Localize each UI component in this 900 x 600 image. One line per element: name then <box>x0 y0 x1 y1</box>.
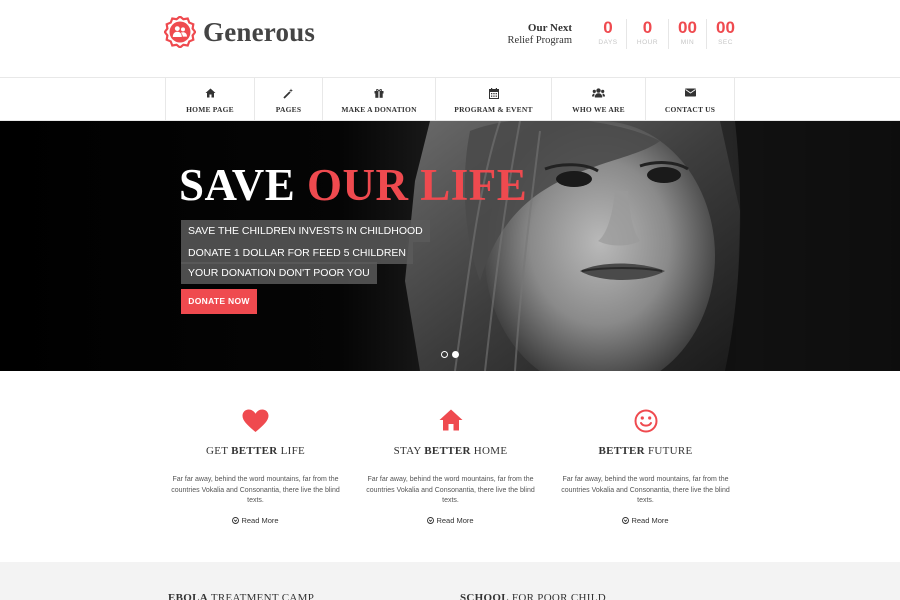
hero-tagline-3: YOUR DONATION DON'T POOR YOU <box>181 262 377 284</box>
features-section: GET BETTER LIFE Far far away, behind the… <box>0 371 900 562</box>
circle-arrow-icon <box>427 516 435 524</box>
countdown-min-value: 00 <box>678 18 697 37</box>
nav-item-program-event[interactable]: PROGRAM & EVENT <box>436 78 552 121</box>
main-nav: HOME PAGE PAGES MAKE A DONATION PROGRAM … <box>0 77 900 121</box>
feature-title-pre: GET <box>205 445 232 457</box>
countdown-sec: 00 SEC <box>706 19 744 49</box>
countdown-min: 00 MIN <box>668 19 706 49</box>
program-heading-ebola: EBOLA TREATMENT CAMP <box>168 592 314 600</box>
home-icon <box>205 88 215 98</box>
countdown-sec-caption: SEC <box>718 39 733 46</box>
nav-label-who-we-are: WHO WE ARE <box>572 105 625 114</box>
magic-wand-icon <box>283 88 293 99</box>
feature-title-post: LIFE <box>277 445 306 457</box>
hero-tagline-2: DONATE 1 DOLLAR FOR FEED 5 CHILDREN <box>181 242 414 264</box>
countdown-label: Our Next Relief Program <box>506 22 572 47</box>
read-more-link[interactable]: Read More <box>232 515 279 525</box>
countdown-hour: 0 HOUR <box>626 19 668 49</box>
countdown-days: 0 DAYS <box>590 19 626 49</box>
logo-badge-icon <box>164 16 196 48</box>
nav-menu: HOME PAGE PAGES MAKE A DONATION PROGRAM … <box>165 78 735 121</box>
slider-pagination <box>441 351 459 358</box>
nav-label-home-page: HOME PAGE <box>186 105 234 114</box>
nav-item-who-we-are[interactable]: WHO WE ARE <box>552 78 646 121</box>
gift-icon <box>374 89 384 98</box>
read-more-label: Read More <box>241 515 279 525</box>
countdown-label-line2: Relief Program <box>507 35 572 46</box>
brand-name: Generous <box>203 16 316 47</box>
hero-tagline-1: SAVE THE CHILDREN INVESTS IN CHILDHOOD <box>181 220 430 242</box>
circle-arrow-icon <box>622 516 630 524</box>
home-icon <box>439 409 462 431</box>
circle-arrow-icon <box>232 516 240 524</box>
calendar-icon <box>488 88 499 99</box>
feature-better-life: GET BETTER LIFE Far far away, behind the… <box>158 409 353 529</box>
countdown-min-caption: MIN <box>680 39 695 46</box>
feature-text: Far far away, behind the word mountains,… <box>561 476 730 504</box>
logo[interactable]: Generous <box>164 16 315 48</box>
donate-now-button[interactable]: DONATE NOW <box>181 289 257 314</box>
feature-title-better-home: STAY BETTER HOME <box>353 445 548 457</box>
program-heading-school: SCHOOL FOR POOR CHILD <box>460 592 606 600</box>
nav-item-home-page[interactable]: HOME PAGE <box>166 78 255 121</box>
heart-icon <box>242 409 269 432</box>
read-more-link[interactable]: Read More <box>427 515 474 525</box>
countdown-days-caption: DAYS <box>598 39 618 46</box>
program-heading-rest: FOR POOR CHILD <box>508 592 606 600</box>
nav-label-program-event: PROGRAM & EVENT <box>454 105 533 114</box>
nav-label-pages: PAGES <box>275 105 302 114</box>
nav-item-pages[interactable]: PAGES <box>255 78 323 121</box>
countdown-sec-value: 00 <box>716 18 735 37</box>
hero-title-accent: OUR LIFE <box>307 160 528 210</box>
countdown-hour-caption: HOUR <box>636 39 659 46</box>
countdown-days-value: 0 <box>603 18 613 37</box>
feature-title-bold: BETTER <box>231 445 278 457</box>
feature-title-post: HOME <box>470 445 508 457</box>
feature-title-bold: BETTER <box>598 445 645 457</box>
feature-title-pre: STAY <box>393 445 425 457</box>
hero-slider: SAVE OUR LIFE SAVE THE CHILDREN INVESTS … <box>0 121 900 371</box>
relief-countdown: Our Next Relief Program 0 DAYS 0 HOUR 00… <box>506 19 744 49</box>
feature-title-bold: BETTER <box>424 445 471 457</box>
countdown-label-line1: Our Next <box>527 22 572 34</box>
slider-dot-2[interactable] <box>452 351 459 358</box>
nav-label-make-a-donation: MAKE A DONATION <box>341 105 417 114</box>
feature-title-better-life: GET BETTER LIFE <box>158 445 353 457</box>
site-header: Generous Our Next Relief Program 0 DAYS … <box>0 0 900 78</box>
slider-dot-1[interactable] <box>441 351 448 358</box>
feature-text: Far far away, behind the word mountains,… <box>171 476 340 504</box>
hero-child-photo <box>0 121 900 371</box>
program-heading-rest: TREATMENT CAMP <box>208 592 315 600</box>
read-more-label: Read More <box>436 515 474 525</box>
envelope-icon <box>684 88 696 97</box>
feature-text: Far far away, behind the word mountains,… <box>366 476 535 504</box>
program-heading-bold: EBOLA <box>168 592 209 600</box>
hero-title-main: SAVE <box>179 160 296 210</box>
users-icon <box>592 88 605 98</box>
nav-label-contact-us: CONTACT US <box>664 105 716 114</box>
feature-better-home: STAY BETTER HOME Far far away, behind th… <box>353 409 548 529</box>
program-heading-bold: SCHOOL <box>460 592 509 600</box>
smile-icon <box>634 409 657 433</box>
nav-item-contact-us[interactable]: CONTACT US <box>646 78 735 121</box>
feature-better-future: BETTER FUTURE Far far away, behind the w… <box>548 409 743 529</box>
read-more-link[interactable]: Read More <box>622 515 669 525</box>
programs-section: EBOLA TREATMENT CAMP SCHOOL FOR POOR CHI… <box>0 562 900 600</box>
nav-item-make-a-donation[interactable]: MAKE A DONATION <box>323 78 436 121</box>
countdown-hour-value: 0 <box>642 18 653 37</box>
hero-title: SAVE OUR LIFE <box>179 160 527 210</box>
feature-title-post: FUTURE <box>644 445 693 457</box>
feature-title-better-future: BETTER FUTURE <box>548 445 743 457</box>
read-more-label: Read More <box>631 515 669 525</box>
